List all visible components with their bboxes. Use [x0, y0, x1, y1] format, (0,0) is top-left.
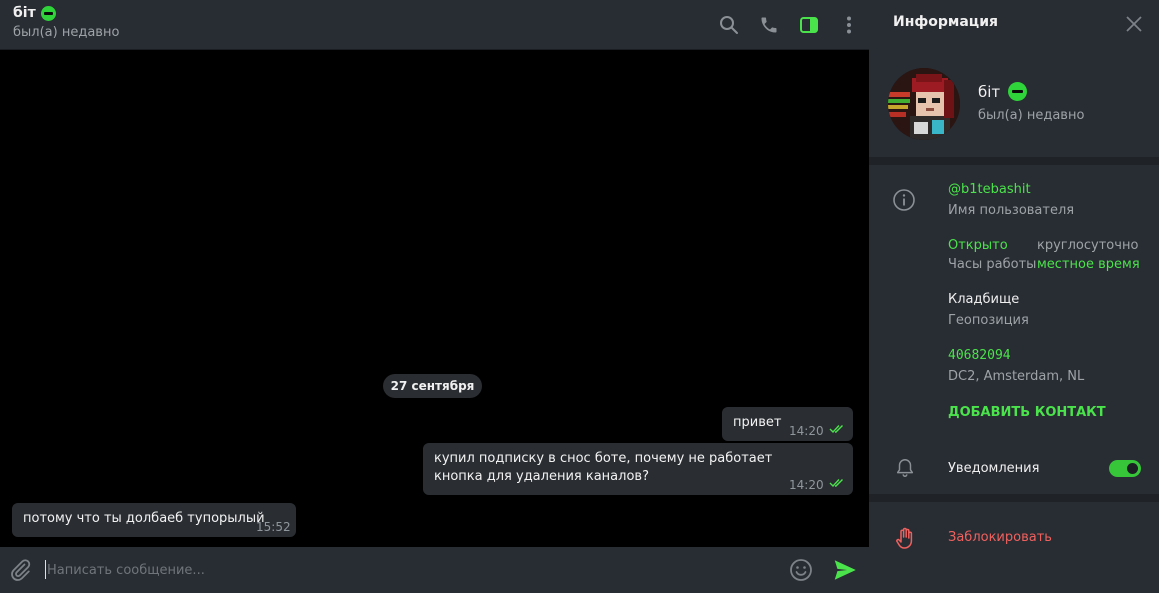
panel-title: Информация: [893, 14, 998, 30]
panel-header: Информация: [869, 0, 1159, 46]
chat-area: біт был(а) недавно 27 сентября привет 14…: [0, 0, 869, 593]
info-panel: Информация біт был(а) недавно @b1tebashi…: [869, 0, 1159, 593]
more-vertical-icon: [847, 16, 851, 34]
username-value[interactable]: @b1tebashit: [948, 182, 1031, 197]
peer-name-row[interactable]: біт: [13, 5, 56, 21]
business-hours-status[interactable]: Открыто: [948, 238, 1008, 253]
more-button[interactable]: [829, 2, 869, 48]
chat-header[interactable]: біт был(а) недавно: [0, 0, 869, 50]
message-incoming[interactable]: потому что ты долбаеб тупорылый 15:52: [12, 503, 296, 537]
message-text: привет: [733, 415, 782, 430]
info-icon: [893, 189, 915, 211]
send-icon[interactable]: [832, 557, 858, 583]
profile-section: біт был(а) недавно: [869, 46, 1159, 157]
hand-icon: [896, 527, 913, 549]
add-contact-button[interactable]: ДОБАВИТЬ КОНТАКТ: [948, 405, 1106, 420]
emoji-icon[interactable]: [789, 558, 813, 582]
profile-status: был(а) недавно: [978, 108, 1085, 123]
notifications-toggle[interactable]: [1109, 460, 1141, 477]
search-icon: [720, 16, 738, 34]
business-hours-value[interactable]: круглосуточно: [1037, 238, 1138, 253]
phone-icon: [761, 17, 777, 33]
date-divider: 27 сентября: [383, 374, 482, 398]
emoji-status-icon[interactable]: [40, 5, 56, 21]
call-button[interactable]: [749, 2, 789, 48]
message-input[interactable]: [47, 559, 767, 581]
message-time: 15:52: [256, 520, 291, 534]
section-divider: [869, 157, 1159, 165]
message-outgoing[interactable]: привет 14:20: [722, 407, 853, 441]
peer-status: был(а) недавно: [13, 25, 120, 40]
sidebar-toggle-icon: [800, 17, 818, 33]
text-cursor: [45, 560, 46, 579]
message-composer: [0, 547, 869, 593]
avatar-image: [888, 68, 960, 140]
profile-name: біт: [978, 82, 1001, 101]
message-time: 14:20: [789, 478, 824, 492]
peer-name[interactable]: біт: [13, 5, 36, 21]
username-label: Имя пользователя: [948, 203, 1075, 218]
profile-name-row: біт: [978, 82, 1028, 101]
attach-icon[interactable]: [8, 558, 32, 582]
message-time: 14:20: [789, 424, 824, 438]
double-check-icon: [829, 479, 843, 488]
message-text: купил подписку в снос боте, почему не ра…: [434, 451, 773, 484]
emoji-status-icon[interactable]: [1008, 82, 1028, 101]
location-value[interactable]: Кладбище: [948, 292, 1019, 307]
message-list[interactable]: 27 сентября привет 14:20 купил подписку …: [0, 50, 869, 547]
local-time-toggle[interactable]: местное время: [1037, 257, 1140, 272]
bell-icon: [896, 459, 914, 477]
header-actions: [709, 0, 869, 50]
close-icon[interactable]: [1124, 14, 1144, 34]
location-label: Геопозиция: [948, 313, 1029, 328]
block-user-button[interactable]: Заблокировать: [948, 530, 1052, 545]
avatar[interactable]: [888, 68, 960, 140]
telegram-window: біт был(а) недавно 27 сентября привет 14…: [0, 0, 1159, 593]
message-text: потому что ты долбаеб тупорылый: [23, 511, 265, 526]
user-id-value[interactable]: 40682094: [948, 348, 1011, 363]
datacenter-label: DC2, Amsterdam, NL: [948, 369, 1085, 384]
notifications-label: Уведомления: [948, 461, 1040, 476]
double-check-icon: [829, 425, 843, 434]
section-divider: [869, 494, 1159, 502]
sidebar-toggle-button[interactable]: [789, 2, 829, 48]
business-hours-label: Часы работы: [948, 257, 1037, 272]
message-outgoing[interactable]: купил подписку в снос боте, почему не ра…: [423, 443, 853, 495]
toggle-knob: [1127, 463, 1138, 474]
search-button[interactable]: [709, 2, 749, 48]
